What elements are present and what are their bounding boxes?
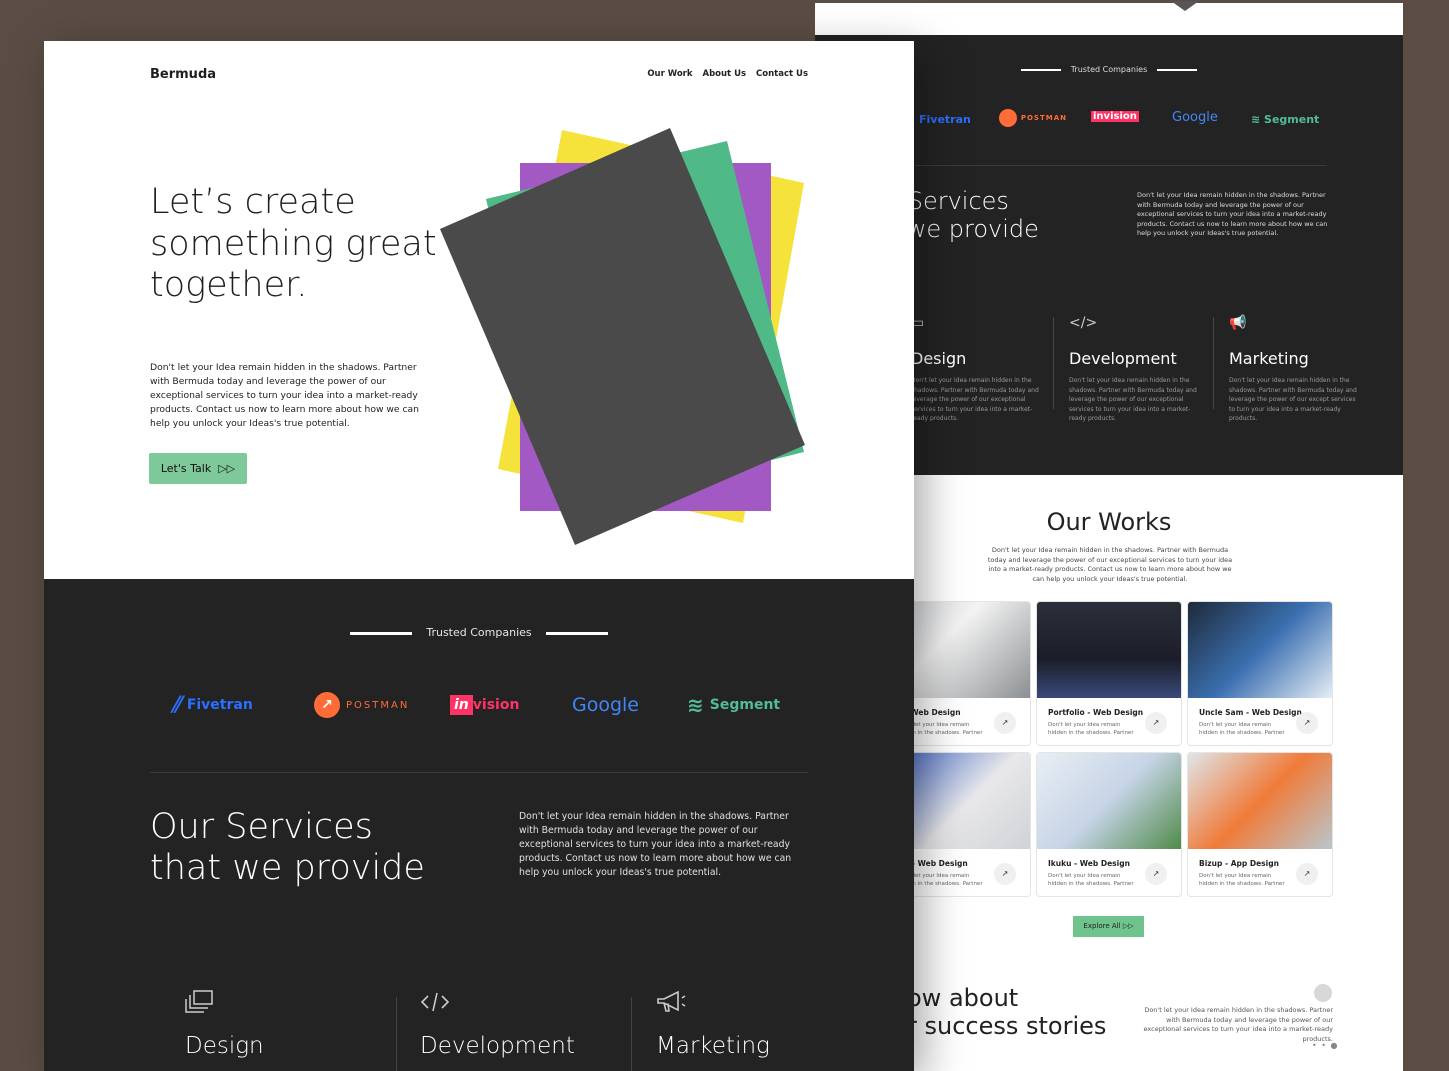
works-desc: Don't let your Idea remain hidden in the… — [987, 546, 1233, 583]
service-separator — [396, 997, 397, 1071]
segment-icon: ≋ — [687, 693, 704, 717]
success-stories-title: ow about r success stories — [907, 984, 1107, 1040]
services-title: Our Services that we provide — [150, 807, 425, 888]
work-thumbnail — [1188, 753, 1332, 849]
top-nav: Our Work About Us Contact Us — [647, 69, 808, 79]
work-thumbnail — [1037, 602, 1181, 698]
service-separator — [631, 997, 632, 1071]
hero-lead: Don't let your Idea remain hidden in the… — [150, 362, 419, 429]
avatar — [1314, 984, 1332, 1002]
work-card[interactable]: Portfolio - Web Design Don't let your Id… — [1036, 601, 1182, 746]
nav-about-us[interactable]: About Us — [703, 69, 747, 79]
back-service-marketing[interactable]: 📢 Marketing Don't let your Idea remain h… — [1229, 315, 1369, 424]
success-stories-desc: Don't let your Idea remain hidden in the… — [1143, 1006, 1334, 1043]
work-card[interactable]: Ikuku - Web Design Don't let your Idea r… — [1036, 752, 1182, 897]
back-logo-google[interactable]: Google — [1172, 110, 1218, 125]
logo-invision[interactable]: in vision — [450, 689, 519, 721]
layers-icon — [185, 989, 385, 1015]
explore-all-button[interactable]: Explore All ▷▷ — [1073, 916, 1144, 937]
service-marketing[interactable]: Marketing — [656, 989, 856, 1059]
work-thumbnail — [1037, 753, 1181, 849]
dark-section: Trusted Companies ⫽ Fivetran ↗ POSTMAN i… — [44, 579, 914, 1071]
hero-paper-stack — [440, 128, 805, 545]
megaphone-icon — [656, 989, 856, 1015]
hero-section: Bermuda Our Work About Us Contact Us Let… — [44, 41, 914, 579]
back-logo-fivetran[interactable]: Fivetran — [919, 113, 971, 126]
code-icon: </> — [1069, 315, 1098, 331]
back-logo-postman[interactable]: POSTMAN — [999, 109, 1067, 127]
lets-talk-button[interactable]: Let's Talk ▷▷ — [149, 453, 247, 484]
arrow-up-right-icon[interactable]: ↗ — [994, 712, 1016, 734]
postman-icon — [999, 109, 1017, 127]
back-logo-row: Fivetran POSTMAN invision Google ≋ Segme… — [915, 107, 1365, 133]
trusted-companies-heading: Trusted Companies — [44, 626, 914, 639]
arrow-up-right-icon[interactable]: ↗ — [1145, 712, 1167, 734]
back-top-strip — [815, 1, 1403, 35]
logo-fivetran[interactable]: ⫽ Fivetran — [171, 689, 253, 721]
fast-forward-icon: ▷▷ — [218, 462, 236, 475]
hero-headline: Let’s create something great together. — [150, 182, 437, 305]
megaphone-icon: 📢 — [1229, 315, 1247, 331]
fivetran-icon: ⫽ — [171, 692, 181, 718]
logo-google[interactable]: Google — [572, 689, 639, 721]
work-card[interactable]: Uncle Sam - Web Design Don't let your Id… — [1187, 601, 1333, 746]
brand-logo[interactable]: Bermuda — [150, 67, 216, 82]
back-divider — [915, 165, 1327, 166]
arrow-up-right-icon[interactable]: ↗ — [1296, 863, 1318, 885]
back-logo-invision[interactable]: invision — [1091, 111, 1139, 122]
arrow-up-right-icon[interactable]: ↗ — [1145, 863, 1167, 885]
work-card[interactable]: Bizup - App Design Don't let your Idea r… — [1187, 752, 1333, 897]
back-logo-segment[interactable]: ≋ Segment — [1251, 113, 1319, 126]
fast-forward-icon: ▷▷ — [1122, 922, 1134, 930]
nav-our-work[interactable]: Our Work — [647, 69, 692, 79]
arrow-up-right-icon[interactable]: ↗ — [1296, 712, 1318, 734]
work-thumbnail — [1188, 602, 1332, 698]
service-design[interactable]: Design — [185, 989, 385, 1059]
code-icon — [420, 989, 620, 1015]
section-divider — [150, 772, 808, 773]
logo-postman[interactable]: ↗ POSTMAN — [314, 689, 409, 721]
nav-contact-us[interactable]: Contact Us — [756, 69, 808, 79]
logo-segment[interactable]: ≋ Segment — [687, 689, 780, 721]
back-service-development[interactable]: </> Development Don't let your Idea rema… — [1069, 315, 1209, 424]
back-service-design[interactable]: ▭ Design Don't let your Idea remain hidd… — [911, 315, 1051, 424]
back-service-separator — [1053, 317, 1054, 409]
logo-row: ⫽ Fivetran ↗ POSTMAN in vision Google ≋ … — [150, 689, 810, 721]
carousel-dots[interactable]: • • ● — [1312, 1041, 1339, 1050]
main-screen: Bermuda Our Work About Us Contact Us Let… — [44, 41, 914, 1071]
arrow-up-right-icon[interactable]: ↗ — [994, 863, 1016, 885]
service-development[interactable]: Development — [420, 989, 620, 1059]
back-service-separator — [1213, 317, 1214, 409]
layers-icon: ▭ — [911, 315, 925, 331]
postman-icon: ↗ — [314, 692, 340, 718]
back-services-desc: Don't let your Idea remain hidden in the… — [1137, 191, 1328, 237]
services-desc: Don't let your Idea remain hidden in the… — [519, 811, 792, 878]
